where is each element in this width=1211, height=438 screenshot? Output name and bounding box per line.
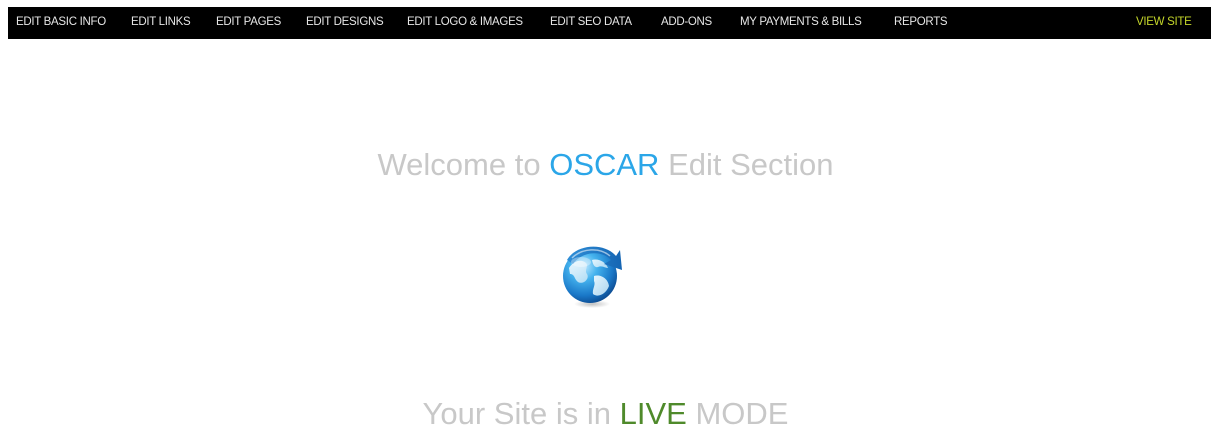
- mode-suffix: MODE: [695, 396, 789, 431]
- top-navigation-bar: EDIT BASIC INFO EDIT LINKS EDIT PAGES ED…: [8, 7, 1211, 39]
- nav-edit-pages[interactable]: EDIT PAGES: [216, 7, 281, 39]
- mode-prefix: Your Site is in: [422, 396, 611, 431]
- nav-edit-designs[interactable]: EDIT DESIGNS: [306, 7, 384, 39]
- nav-edit-basic-info[interactable]: EDIT BASIC INFO: [16, 7, 106, 39]
- globe-svg: [563, 246, 622, 308]
- site-mode-status: Your Site is in LIVE MODE: [0, 396, 1211, 432]
- welcome-prefix: Welcome to: [377, 147, 541, 182]
- welcome-suffix: Edit Section: [668, 147, 834, 182]
- globe-refresh-icon: [556, 238, 626, 310]
- nav-view-site[interactable]: VIEW SITE: [1136, 7, 1192, 39]
- welcome-heading: Welcome to OSCAR Edit Section: [0, 147, 1211, 183]
- welcome-brand: OSCAR: [549, 147, 660, 182]
- nav-edit-links[interactable]: EDIT LINKS: [131, 7, 191, 39]
- nav-edit-seo-data[interactable]: EDIT SEO DATA: [550, 7, 632, 39]
- nav-edit-logo-images[interactable]: EDIT LOGO & IMAGES: [407, 7, 523, 39]
- nav-my-payments-bills[interactable]: MY PAYMENTS & BILLS: [740, 7, 862, 39]
- nav-add-ons[interactable]: ADD-ONS: [661, 7, 712, 39]
- nav-reports[interactable]: REPORTS: [894, 7, 948, 39]
- mode-live-value: LIVE: [619, 396, 687, 431]
